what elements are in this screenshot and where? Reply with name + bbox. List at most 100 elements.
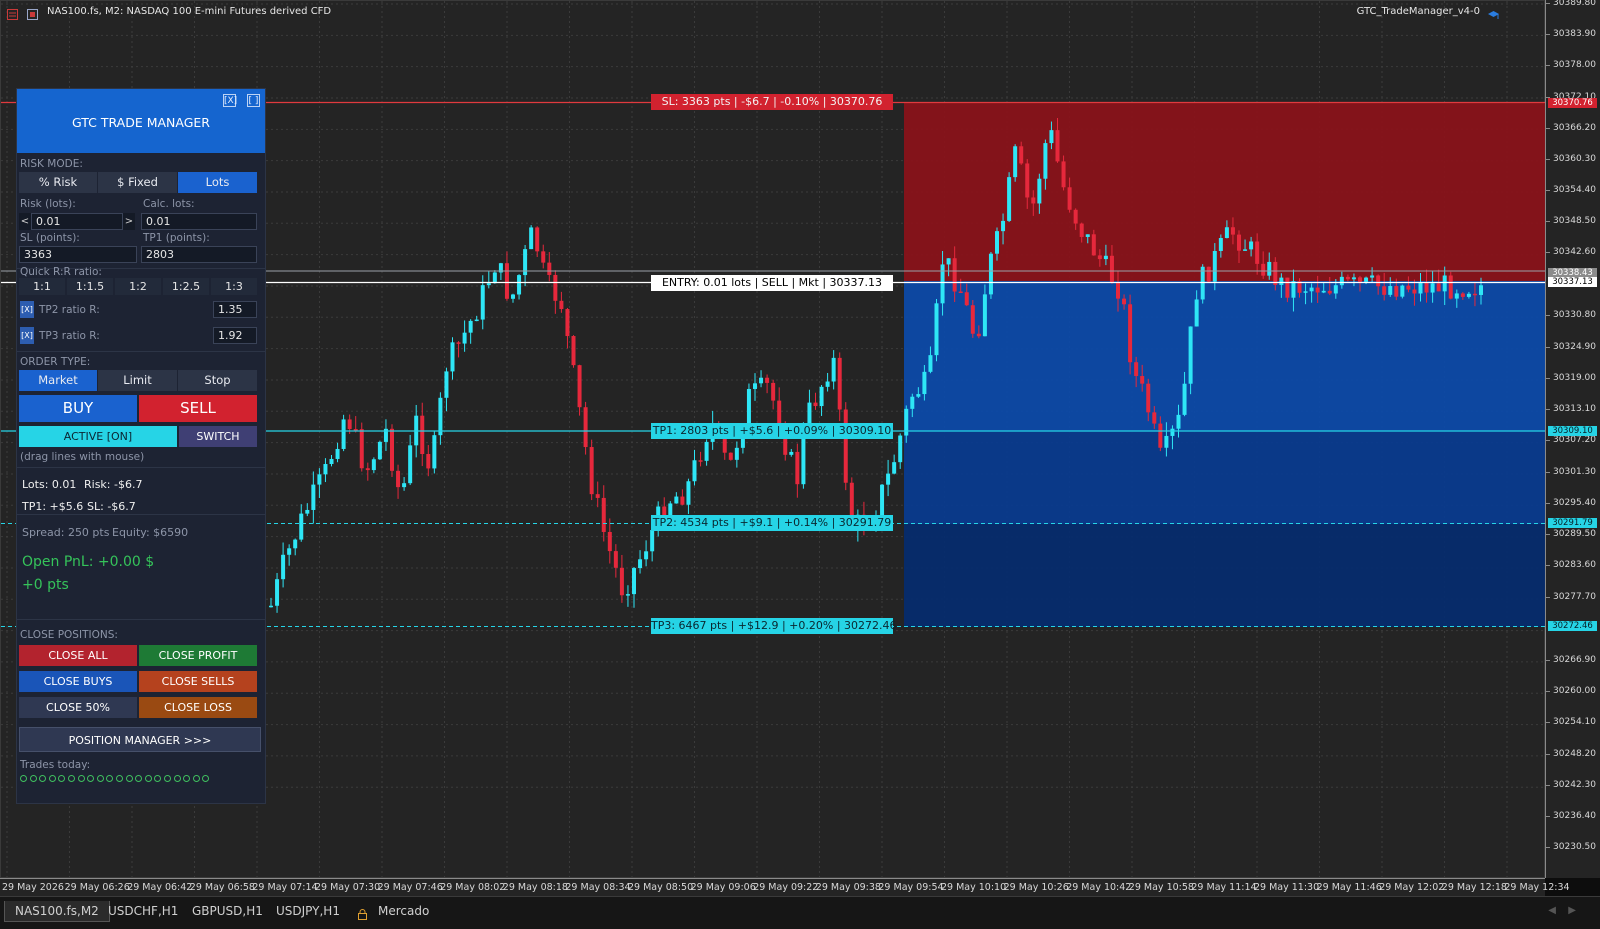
candle-bullish — [946, 258, 951, 265]
tp3-line-label[interactable]: TP3: 6467 pts | +$12.9 | +0.20% | 30272.… — [651, 618, 897, 634]
tab-nas100-m2[interactable]: NAS100.fs,M2 — [4, 901, 110, 922]
scroll-left-icon[interactable]: ◀ — [1548, 905, 1556, 916]
candle-bullish — [1043, 143, 1048, 179]
sell-button[interactable]: SELL — [139, 395, 257, 422]
panel-header[interactable]: [X] [ ] GTC TRADE MANAGER — [17, 89, 265, 153]
rr-1-2-button[interactable]: 1:2 — [115, 278, 161, 295]
trades-today-indicators — [20, 772, 212, 782]
close-loss-button[interactable]: CLOSE LOSS — [139, 697, 257, 718]
panel-minimize-button[interactable]: [ ] — [247, 94, 260, 107]
candle-bearish — [1152, 412, 1157, 424]
candle-bullish — [1303, 291, 1308, 293]
price-axis[interactable]: 30389.80 30383.90 30378.00 30372.10 30366.20… — [1545, 0, 1600, 878]
time-label: 29 May 10:26 — [1003, 882, 1069, 893]
tp1-line-label[interactable]: TP1: 2803 pts | +$5.6 | +0.09% | 30309.1… — [651, 423, 893, 439]
candle-bullish — [1049, 130, 1054, 144]
scroll-right-icon[interactable]: ▶ — [1568, 905, 1576, 916]
price-label: 30266.90 — [1553, 655, 1596, 665]
tp2-enable-checkbox[interactable]: [X] — [20, 301, 34, 318]
tp2-line-label[interactable]: TP2: 4534 pts | +$9.1 | +0.14% | 30291.7… — [651, 515, 893, 531]
price-tick — [1546, 565, 1550, 566]
candle-bearish — [1128, 304, 1133, 363]
candle-bullish — [1182, 383, 1187, 415]
time-label: 29 May 09:22 — [753, 882, 819, 893]
close-positions-label: CLOSE POSITIONS: — [20, 629, 118, 641]
candle-bearish — [1061, 161, 1066, 188]
candle-bullish — [462, 332, 467, 344]
price-label: 30307.20 — [1553, 435, 1596, 445]
candle-bullish — [517, 275, 522, 295]
price-label: 30330.80 — [1553, 310, 1596, 320]
rr-1-1.5-button[interactable]: 1:1.5 — [67, 278, 113, 295]
lots-info: Lots: 0.01 — [22, 478, 77, 491]
price-label: 30348.50 — [1553, 216, 1596, 226]
tp1-points-input[interactable]: 2803 — [141, 246, 257, 263]
risk-info: Risk: -$6.7 — [84, 478, 143, 491]
candle-bullish — [311, 484, 316, 510]
risk-increase-button[interactable]: > — [123, 213, 135, 230]
tab-usdjpy-h1[interactable]: USDJPY,H1 — [266, 901, 350, 921]
price-label: 30283.60 — [1553, 560, 1596, 570]
candle-bearish — [1472, 293, 1477, 296]
risk-mode-fixed-button[interactable]: $ Fixed — [98, 172, 177, 193]
rr-1-3-button[interactable]: 1:3 — [211, 278, 257, 295]
sl-points-input[interactable]: 3363 — [19, 246, 137, 263]
candle-bullish — [988, 253, 993, 295]
risk-decrease-button[interactable]: < — [19, 213, 31, 230]
candle-bullish — [1430, 283, 1435, 293]
ea-hat-icon[interactable] — [1487, 5, 1499, 19]
risk-lots-input[interactable]: 0.01 — [31, 213, 123, 230]
close-buys-button[interactable]: CLOSE BUYS — [19, 671, 137, 692]
tab-gbpusd-h1[interactable]: GBPUSD,H1 — [182, 901, 273, 921]
tp2-ratio-input[interactable]: 1.35 — [213, 301, 257, 318]
tp3-enable-checkbox[interactable]: [X] — [20, 327, 34, 344]
panel-close-button[interactable]: [X] — [223, 94, 237, 107]
candle-bearish — [1460, 293, 1465, 297]
candle-bullish — [1479, 285, 1483, 295]
chart-area[interactable]: NAS100.fs, M2: NASDAQ 100 E-mini Futures… — [0, 0, 1546, 879]
close-profit-button[interactable]: CLOSE PROFIT — [139, 645, 257, 666]
tp3-ratio-input[interactable]: 1.92 — [213, 327, 257, 344]
time-label: 29 May 07:46 — [377, 882, 443, 893]
price-label: 30289.50 — [1553, 529, 1596, 539]
rr-1-2.5-button[interactable]: 1:2.5 — [163, 278, 209, 295]
price-label: 30324.90 — [1553, 342, 1596, 352]
candle-bearish — [353, 429, 358, 431]
ea-icon[interactable] — [27, 5, 38, 20]
price-tick — [1546, 660, 1550, 661]
active-toggle-button[interactable]: ACTIVE [ON] — [19, 426, 177, 447]
sl-line-label[interactable]: SL: 3363 pts | -$6.7 | -0.10% | 30370.76 — [651, 94, 893, 110]
rr-1-1-button[interactable]: 1:1 — [19, 278, 65, 295]
tab-mercado[interactable]: Mercado — [368, 901, 439, 921]
candle-bearish — [1140, 376, 1145, 384]
close-sells-button[interactable]: CLOSE SELLS — [139, 671, 257, 692]
sl-info: SL: -$6.7 — [87, 500, 136, 513]
candle-bullish — [1454, 293, 1459, 299]
candle-bullish — [329, 458, 334, 465]
order-type-stop-button[interactable]: Stop — [178, 370, 257, 391]
close-50-button[interactable]: CLOSE 50% — [19, 697, 137, 718]
candle-bullish — [486, 283, 491, 286]
tp1-price-tag: 30309.10 — [1548, 426, 1597, 436]
candle-bearish — [1424, 282, 1429, 293]
candle-bearish — [607, 531, 612, 552]
position-manager-button[interactable]: POSITION MANAGER >>> — [19, 727, 261, 752]
buy-button[interactable]: BUY — [19, 395, 137, 422]
price-tick — [1546, 65, 1550, 66]
price-tick — [1546, 472, 1550, 473]
candle-bearish — [547, 262, 552, 275]
tab-usdchf-h1[interactable]: USDCHF,H1 — [98, 901, 188, 921]
risk-mode-percent-button[interactable]: % Risk — [19, 172, 97, 193]
candle-bullish — [287, 548, 292, 555]
close-all-button[interactable]: CLOSE ALL — [19, 645, 137, 666]
order-type-market-button[interactable]: Market — [19, 370, 97, 391]
time-axis[interactable]: 29 May 2026 29 May 06:26 29 May 06:42 29 Ma… — [0, 878, 1570, 896]
candle-bullish — [450, 342, 455, 372]
entry-line-label[interactable]: ENTRY: 0.01 lots | SELL | Mkt | 30337.13 — [651, 275, 893, 291]
chart-menu-icon[interactable] — [7, 5, 18, 20]
order-type-limit-button[interactable]: Limit — [98, 370, 177, 391]
time-label: 29 May 11:14 — [1191, 882, 1257, 893]
risk-mode-lots-button[interactable]: Lots — [178, 172, 257, 193]
calc-lots-label: Calc. lots: — [143, 198, 195, 210]
switch-button[interactable]: SWITCH — [179, 426, 257, 447]
